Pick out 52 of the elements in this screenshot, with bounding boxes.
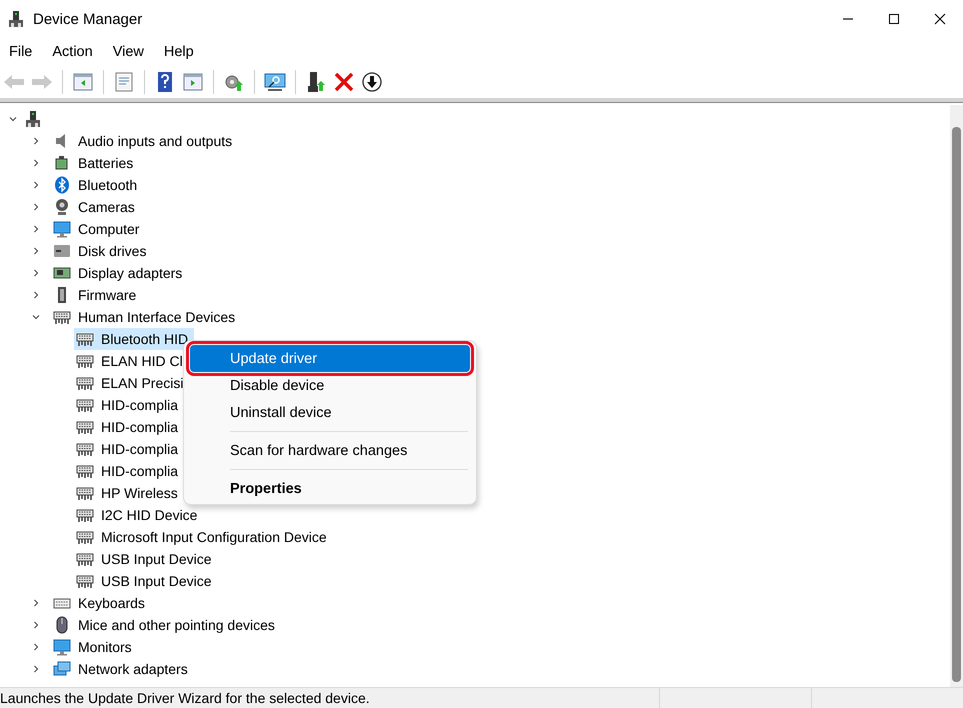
tree-item[interactable]: Batteries bbox=[51, 152, 140, 174]
tree-item[interactable]: Cameras bbox=[51, 196, 141, 218]
webcam-icon bbox=[53, 198, 71, 216]
tree-item[interactable]: Bluetooth bbox=[51, 174, 144, 196]
tree-item[interactable]: HID-complia bbox=[74, 460, 184, 482]
tree-item[interactable]: HID-complia bbox=[74, 416, 184, 438]
tree-item[interactable]: Bluetooth HID bbox=[74, 328, 194, 350]
window-title: Device Manager bbox=[33, 10, 144, 28]
tree-item[interactable]: HID-complia bbox=[74, 394, 184, 416]
menu-item[interactable]: Disable device bbox=[190, 372, 470, 399]
tree-item[interactable]: ELAN Precisi bbox=[74, 372, 190, 394]
menu-item[interactable]: Action bbox=[45, 41, 100, 63]
tree-item[interactable]: Computer bbox=[51, 218, 146, 240]
menu-item[interactable]: Uninstall device bbox=[190, 399, 470, 426]
menu-item[interactable]: Help bbox=[156, 41, 201, 63]
menu-item[interactable]: File bbox=[2, 41, 40, 63]
network-adapter-icon bbox=[53, 660, 71, 678]
scroll-thumb[interactable] bbox=[952, 127, 961, 682]
monitor-icon bbox=[53, 220, 71, 238]
remove-x-icon[interactable] bbox=[333, 71, 355, 93]
tree-item[interactable]: Human Interface Devices bbox=[51, 306, 242, 328]
app-icon bbox=[7, 10, 25, 28]
tree-item[interactable]: HP Wireless bbox=[74, 482, 184, 504]
properties-sheet-icon[interactable] bbox=[113, 71, 135, 93]
device-upload-icon[interactable] bbox=[305, 71, 327, 93]
monitor-icon bbox=[53, 638, 71, 656]
disk-drive-icon bbox=[53, 242, 71, 260]
status-text: Launches the Update Driver Wizard for the selected device. bbox=[0, 690, 371, 706]
tree-item[interactable]: I2C HID Device bbox=[74, 504, 204, 526]
tree-item[interactable]: HID-complia bbox=[74, 438, 184, 460]
tree-item[interactable]: Display adapters bbox=[51, 262, 188, 284]
console-tree-icon[interactable] bbox=[72, 71, 94, 93]
download-circle-icon[interactable] bbox=[361, 71, 383, 93]
tree-item[interactable]: USB Input Device bbox=[74, 548, 218, 570]
tree-item[interactable]: Disk drives bbox=[51, 240, 152, 262]
bluetooth-icon bbox=[53, 176, 71, 194]
tree-item[interactable]: Audio inputs and outputs bbox=[51, 130, 238, 152]
menu-item[interactable]: Scan for hardware changes bbox=[190, 437, 470, 464]
tree-item[interactable]: USB Input Device bbox=[74, 570, 218, 592]
action-pane-icon[interactable] bbox=[182, 71, 204, 93]
tree-item[interactable]: Network adapters bbox=[51, 658, 194, 680]
menu-item[interactable]: View bbox=[106, 41, 151, 63]
monitor-search-icon[interactable] bbox=[264, 71, 286, 93]
menu-item[interactable]: Properties bbox=[190, 475, 470, 502]
tree-item[interactable]: Mice and other pointing devices bbox=[51, 614, 281, 636]
computer-icon bbox=[24, 110, 42, 128]
tree-item[interactable]: Microsoft Input Configuration Device bbox=[74, 526, 333, 548]
menu-item[interactable]: Update driver bbox=[190, 345, 470, 372]
tree-item[interactable]: ELAN HID Cl bbox=[74, 350, 189, 372]
tree-item[interactable]: Keyboards bbox=[51, 592, 151, 614]
tree-item[interactable]: Firmware bbox=[51, 284, 142, 306]
tree-item[interactable]: Monitors bbox=[51, 636, 138, 658]
